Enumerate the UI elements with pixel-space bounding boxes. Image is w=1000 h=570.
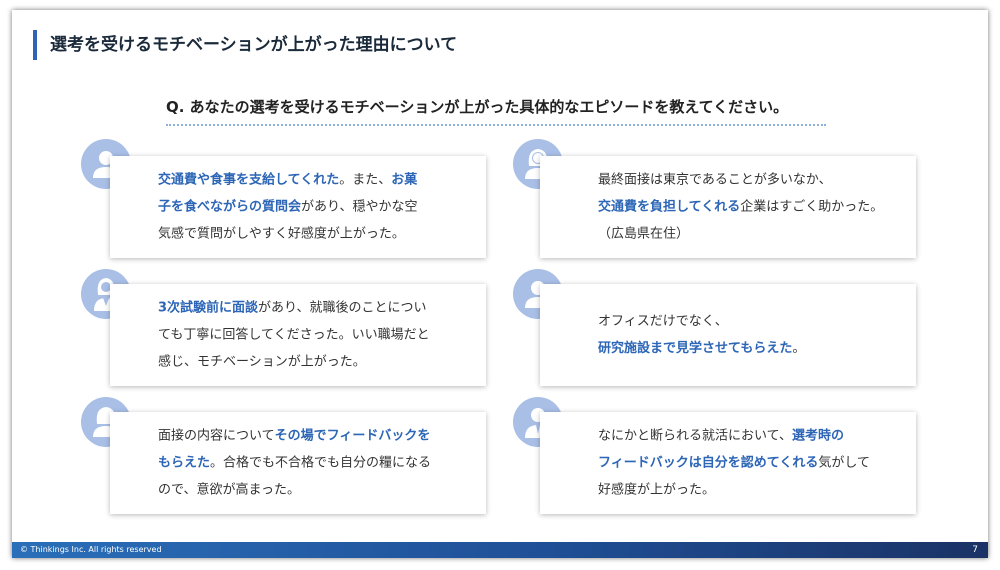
episode-text: オフィスだけでなく、 研究施設まで見学させてもらえた。 [598,308,906,362]
episode-card: 3次試験前に面談があり、就職後のことについ ても丁寧に回答してくださった。いい職… [110,284,486,386]
episode-card: 面接の内容についてその場でフィードバックを もらえた。合格でも不合格でも自分の糧… [110,412,486,514]
episode-line: フィードバックは自分を認めてくれる気がして [598,455,870,471]
episode-line: ので、意欲が高まった。 [158,482,300,498]
episode-card: なにかと断られる就活において、選考時の フィードバックは自分を認めてくれる気がし… [540,412,916,514]
episode-line: 最終面接は東京であることが多いなか、 [598,172,832,188]
episode-line: なにかと断られる就活において、選考時の [598,428,844,444]
slide-title: 選考を受けるモチベーションが上がった理由について [50,35,458,55]
episode-text: なにかと断られる就活において、選考時の フィードバックは自分を認めてくれる気がし… [598,423,906,504]
footer-bar: © Thinkings Inc. All rights reserved 7 [12,542,988,558]
episode-line: オフィスだけでなく、 [598,314,728,329]
episode-line: 研究施設まで見学させてもらえた。 [598,341,806,356]
episode-line: 交通費や食事を支給してくれた。また、お菓 [158,172,418,188]
episode-text: 最終面接は東京であることが多いなか、 交通費を負担してくれる企業はすごく助かった… [598,167,906,248]
episode-card: 交通費や食事を支給してくれた。また、お菓 子を食べながらの質問会があり、穏やかな… [110,156,486,258]
episode-line: 面接の内容についてその場でフィードバックを [158,428,431,444]
episode-line: 交通費を負担してくれる企業はすごく助かった。 [598,199,884,215]
title-accent-bar [33,30,37,60]
episode-text: 交通費や食事を支給してくれた。また、お菓 子を食べながらの質問会があり、穏やかな… [158,167,476,248]
slide: 選考を受けるモチベーションが上がった理由について Q. あなたの選考を受けるモチ… [12,10,988,558]
copyright-text: © Thinkings Inc. All rights reserved [20,545,162,554]
episode-line: ても丁寧に回答してくださった。いい職場だと [158,327,430,343]
episode-line: 感じ、モチベーションが上がった。 [158,354,366,370]
episode-text: 3次試験前に面談があり、就職後のことについ ても丁寧に回答してくださった。いい職… [158,295,476,376]
episode-line: 気感で質問がしやすく好感度が上がった。 [158,226,405,242]
episode-text: 面接の内容についてその場でフィードバックを もらえた。合格でも不合格でも自分の糧… [158,423,476,504]
episode-line: 3次試験前に面談があり、就職後のことについ [158,300,427,316]
episode-line: 子を食べながらの質問会があり、穏やかな空 [158,199,418,215]
episode-line: もらえた。合格でも不合格でも自分の糧になる [158,455,432,471]
episode-line: 好感度が上がった。 [598,482,716,498]
episode-card: オフィスだけでなく、 研究施設まで見学させてもらえた。 [540,284,916,386]
episode-card: 最終面接は東京であることが多いなか、 交通費を負担してくれる企業はすごく助かった… [540,156,916,258]
page-number: 7 [972,545,978,555]
question-heading: Q. あなたの選考を受けるモチベーションが上がった具体的なエピソードを教えてくだ… [166,96,826,126]
episode-line: （広島県在住） [598,226,690,242]
